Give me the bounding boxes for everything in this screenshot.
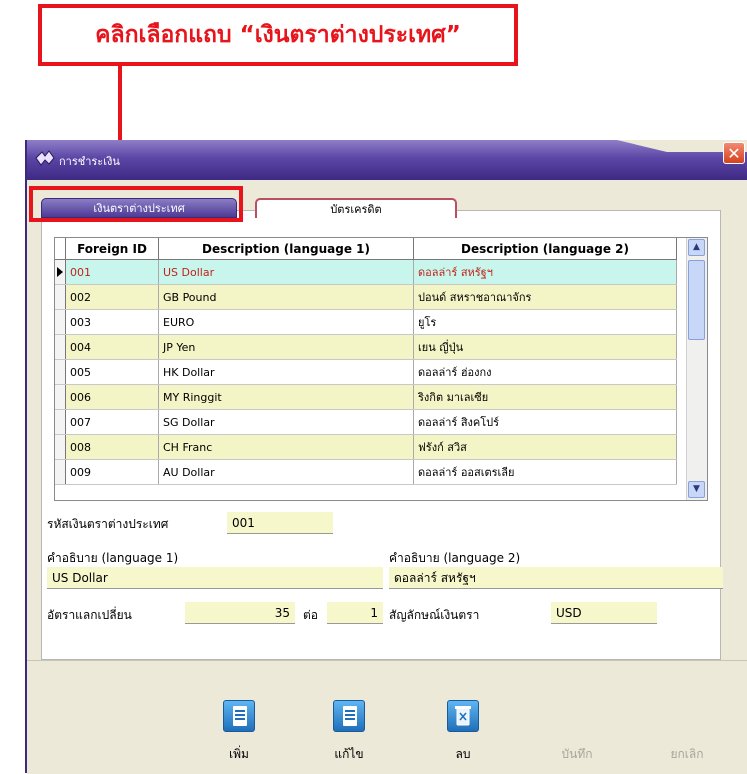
tab-highlight-box bbox=[29, 186, 243, 222]
tab-credit-card[interactable]: บัตรเครดิต bbox=[255, 198, 457, 218]
row-header[interactable] bbox=[55, 334, 66, 360]
table-row[interactable]: 006 MY Ringgit ริงกิต มาเลเซีย bbox=[55, 384, 677, 410]
app-icon bbox=[35, 150, 55, 166]
currency-code-field[interactable]: 001 bbox=[227, 512, 333, 534]
instruction-text: คลิกเลือกแถบ “เงินตราต่างประเทศ” bbox=[95, 22, 461, 48]
cell-foreign-id[interactable]: 002 bbox=[65, 284, 159, 310]
cell-foreign-id[interactable]: 003 bbox=[65, 309, 159, 335]
close-icon: ✕ bbox=[727, 144, 741, 163]
trash-icon[interactable] bbox=[447, 700, 479, 732]
cell-description-2[interactable]: ปอนด์ สหราชอาณาจักร bbox=[413, 284, 677, 310]
delete-button-label[interactable]: ลบ bbox=[433, 745, 493, 764]
cell-foreign-id[interactable]: 005 bbox=[65, 359, 159, 385]
column-header-foreign-id[interactable]: Foreign ID bbox=[65, 238, 159, 260]
cell-description-1[interactable]: AU Dollar bbox=[158, 459, 414, 485]
table-row[interactable]: 001 US Dollar ดอลล่าร์ สหรัฐฯ bbox=[55, 259, 677, 285]
cell-foreign-id[interactable]: 008 bbox=[65, 434, 159, 460]
table-row[interactable]: 007 SG Dollar ดอลล่าร์ สิงคโปร์ bbox=[55, 409, 677, 435]
column-header-description-1[interactable]: Description (language 1) bbox=[158, 238, 414, 260]
scroll-up-icon[interactable]: ▲ bbox=[688, 239, 705, 256]
per-label: ต่อ bbox=[303, 608, 318, 622]
desc2-field[interactable]: ดอลล่าร์ สหรัฐฯ bbox=[389, 567, 723, 589]
toolbar-area bbox=[27, 660, 747, 774]
grid-scrollbar[interactable]: ▲ ▼ bbox=[686, 238, 707, 500]
cell-description-2[interactable]: ดอลล่าร์ สิงคโปร์ bbox=[413, 409, 677, 435]
cell-description-1[interactable]: SG Dollar bbox=[158, 409, 414, 435]
scroll-down-icon[interactable]: ▼ bbox=[688, 481, 705, 498]
row-header[interactable] bbox=[55, 384, 66, 410]
scroll-thumb[interactable] bbox=[688, 260, 705, 340]
cell-foreign-id[interactable]: 009 bbox=[65, 459, 159, 485]
cell-description-1[interactable]: HK Dollar bbox=[158, 359, 414, 385]
exchange-rate-label: อัตราแลกเปลี่ยน bbox=[47, 608, 132, 622]
row-header[interactable] bbox=[55, 359, 66, 385]
row-header[interactable] bbox=[55, 409, 66, 435]
row-header[interactable] bbox=[55, 434, 66, 460]
currency-table: Foreign ID Description (language 1) Desc… bbox=[55, 238, 677, 485]
currency-code-label: รหัสเงินตราต่างประเทศ bbox=[47, 517, 169, 531]
currency-symbol-label: สัญลักษณ์เงินตรา bbox=[389, 608, 480, 622]
row-header[interactable] bbox=[55, 284, 66, 310]
table-row[interactable]: 003 EURO ยูโร bbox=[55, 309, 677, 335]
cell-description-2[interactable]: เยน ญี่ปุ่น bbox=[413, 334, 677, 360]
edit-button-label[interactable]: แก้ไข bbox=[319, 745, 379, 764]
instruction-callout: คลิกเลือกแถบ “เงินตราต่างประเทศ” bbox=[38, 4, 518, 66]
cell-description-2[interactable]: ยูโร bbox=[413, 309, 677, 335]
exchange-rate-field[interactable]: 35 bbox=[185, 602, 295, 624]
table-row[interactable]: 002 GB Pound ปอนด์ สหราชอาณาจักร bbox=[55, 284, 677, 310]
cell-description-2[interactable]: ดอลล่าร์ สหรัฐฯ bbox=[413, 259, 677, 285]
desc2-label: คำอธิบาย (language 2) bbox=[389, 551, 521, 565]
cell-foreign-id[interactable]: 004 bbox=[65, 334, 159, 360]
cell-description-1[interactable]: US Dollar bbox=[158, 259, 414, 285]
add-button-label[interactable]: เพิ่ม bbox=[209, 745, 269, 764]
row-header[interactable] bbox=[55, 459, 66, 485]
table-row[interactable]: 004 JP Yen เยน ญี่ปุ่น bbox=[55, 334, 677, 360]
cell-description-1[interactable]: MY Ringgit bbox=[158, 384, 414, 410]
add-icon[interactable] bbox=[223, 700, 255, 732]
window-title: การชำระเงิน bbox=[59, 155, 120, 168]
row-header[interactable] bbox=[55, 309, 66, 335]
table-row[interactable]: 005 HK Dollar ดอลล่าร์ ฮ่องกง bbox=[55, 359, 677, 385]
grid-header-row: Foreign ID Description (language 1) Desc… bbox=[55, 238, 677, 260]
cancel-button[interactable]: ยกเลิก bbox=[657, 745, 717, 764]
cell-description-1[interactable]: EURO bbox=[158, 309, 414, 335]
cell-description-2[interactable]: ดอลล่าร์ ฮ่องกง bbox=[413, 359, 677, 385]
currency-grid[interactable]: Foreign ID Description (language 1) Desc… bbox=[54, 237, 708, 501]
cell-description-1[interactable]: GB Pound bbox=[158, 284, 414, 310]
cell-description-2[interactable]: ฟรังก์ สวิส bbox=[413, 434, 677, 460]
desc1-label: คำอธิบาย (language 1) bbox=[47, 551, 179, 565]
cell-description-2[interactable]: ริงกิต มาเลเซีย bbox=[413, 384, 677, 410]
row-pointer-icon[interactable] bbox=[55, 259, 66, 285]
per-field[interactable]: 1 bbox=[327, 602, 383, 624]
close-button[interactable]: ✕ bbox=[723, 142, 745, 164]
cell-foreign-id[interactable]: 001 bbox=[65, 259, 159, 285]
cell-description-2[interactable]: ดอลล่าร์ ออสเตรเลีย bbox=[413, 459, 677, 485]
table-row[interactable]: 008 CH Franc ฟรังก์ สวิส bbox=[55, 434, 677, 460]
table-row[interactable]: 009 AU Dollar ดอลล่าร์ ออสเตรเลีย bbox=[55, 459, 677, 485]
row-header-corner bbox=[55, 238, 66, 260]
cell-foreign-id[interactable]: 007 bbox=[65, 409, 159, 435]
currency-symbol-field[interactable]: USD bbox=[551, 602, 657, 624]
edit-icon[interactable] bbox=[333, 700, 365, 732]
desc1-field[interactable]: US Dollar bbox=[47, 567, 383, 589]
payment-window: การชำระเงิน ✕ เงินตราต่างประเทศ บัตรเครด… bbox=[25, 140, 747, 774]
save-button[interactable]: บันทึก bbox=[547, 745, 607, 764]
cell-description-1[interactable]: JP Yen bbox=[158, 334, 414, 360]
title-bar bbox=[27, 140, 747, 180]
cell-description-1[interactable]: CH Franc bbox=[158, 434, 414, 460]
column-header-description-2[interactable]: Description (language 2) bbox=[413, 238, 677, 260]
cell-foreign-id[interactable]: 006 bbox=[65, 384, 159, 410]
